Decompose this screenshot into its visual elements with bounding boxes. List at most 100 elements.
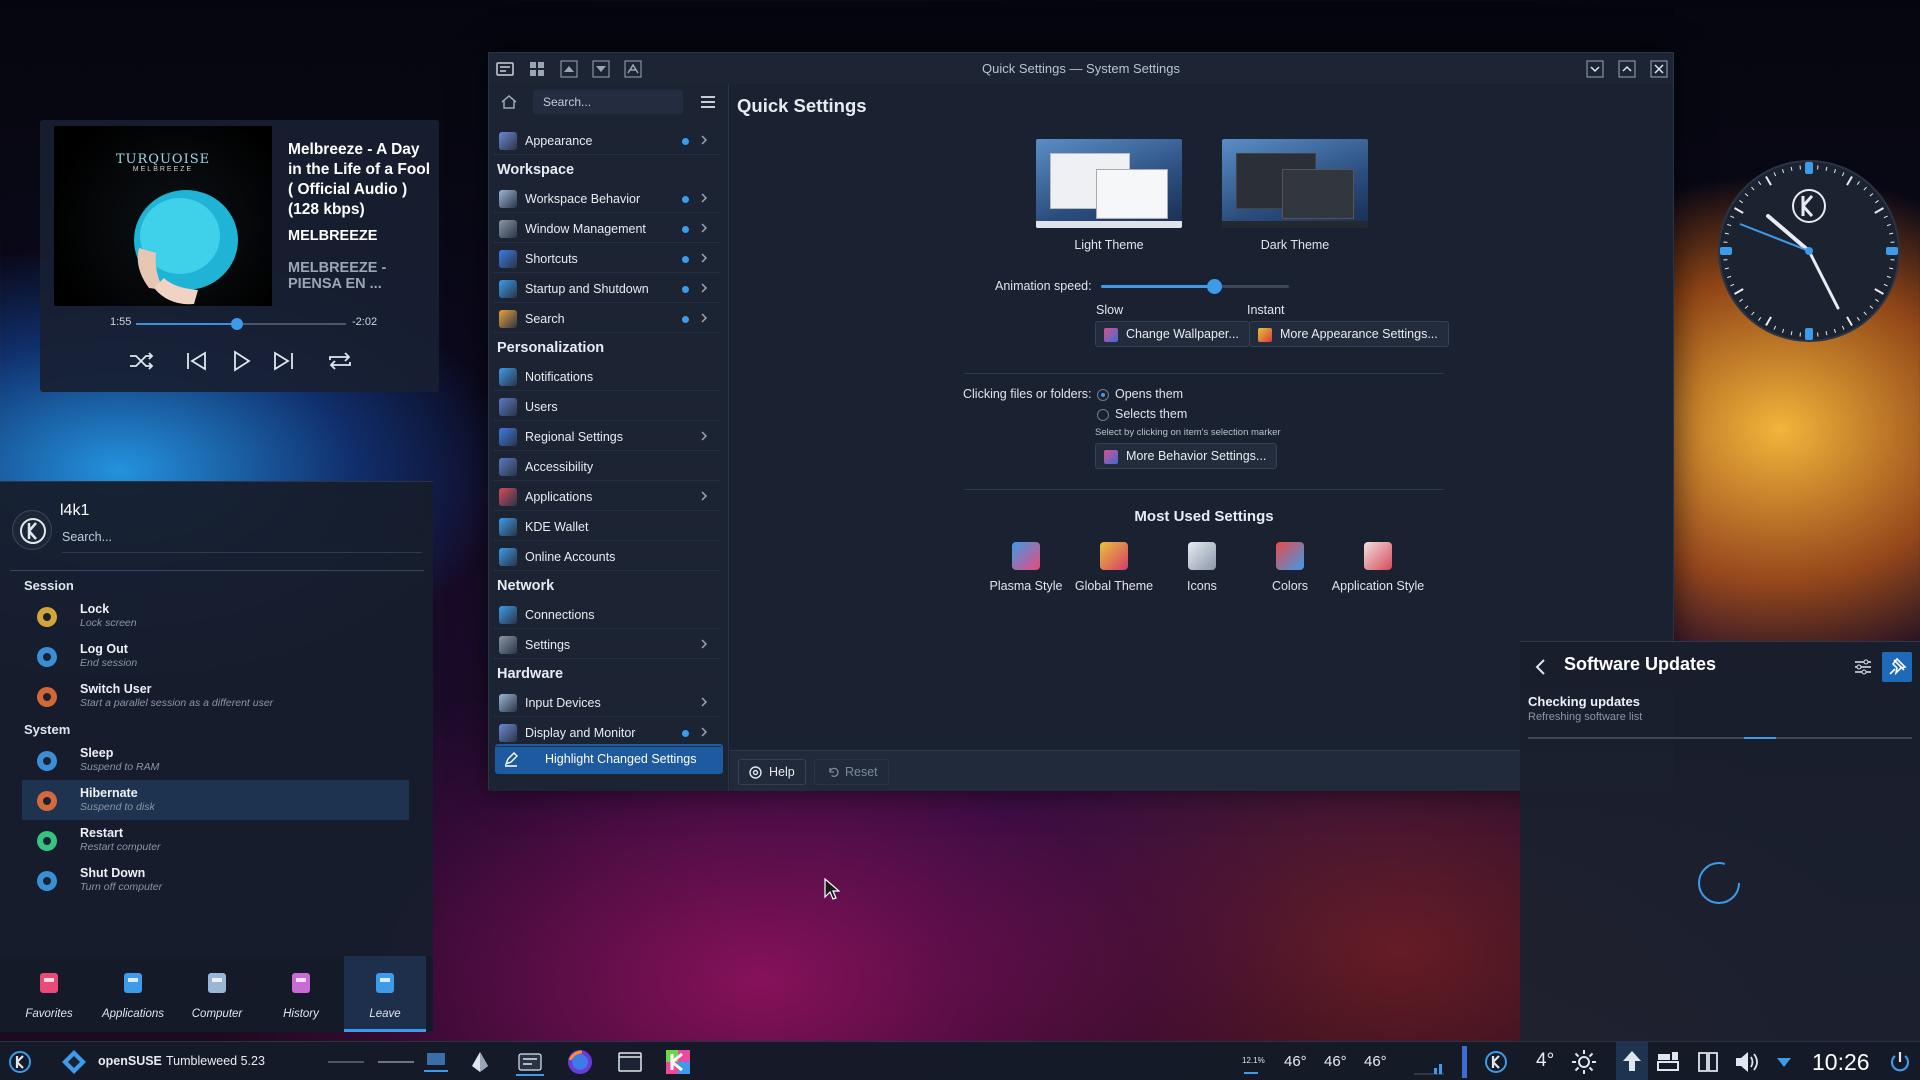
weather-button[interactable] (1570, 1048, 1598, 1076)
animation-speed-handle[interactable] (1206, 279, 1222, 294)
launcher-log-out-item[interactable]: Log Out End session (22, 636, 409, 676)
sidebar-item-workspace-behavior[interactable]: Workspace Behavior (493, 184, 721, 213)
clipboard-button[interactable] (1654, 1048, 1682, 1076)
chevron-right-icon (697, 429, 711, 443)
launcher-button[interactable] (6, 1048, 34, 1076)
sidebar-item-regional-settings[interactable]: Regional Settings (493, 422, 721, 451)
sidebar-item-display-and-monitor[interactable]: Display and Monitor (493, 718, 721, 747)
power-icon (1890, 1052, 1910, 1072)
launcher-item-title: Log Out (80, 642, 128, 656)
sidebar-item-applications[interactable]: Applications (493, 482, 721, 511)
sidebar-item-kde-wallet[interactable]: KDE Wallet (493, 512, 721, 541)
taskbar-app-firefox[interactable] (566, 1048, 594, 1076)
most-used-label: Icons (1187, 579, 1217, 593)
dark-theme-preview (1222, 139, 1368, 228)
play-button[interactable] (226, 346, 256, 376)
sidebar-item-connections[interactable]: Connections (493, 600, 721, 629)
repeat-button[interactable] (325, 346, 355, 376)
opens-them-label[interactable]: Opens them (1115, 387, 1183, 401)
kde-logo-icon (1485, 1051, 1507, 1073)
show-desktop-button[interactable] (424, 1050, 448, 1072)
more-behavior-settings-button[interactable]: More Behavior Settings... (1095, 443, 1278, 469)
launcher-lock-item[interactable]: Lock Lock screen (22, 596, 409, 636)
taskbar-app-krita[interactable] (664, 1048, 692, 1076)
tab-applications[interactable]: Applications (92, 956, 174, 1032)
minimize-button[interactable] (1585, 59, 1605, 79)
tab-favorites[interactable]: Favorites (8, 956, 90, 1032)
launcher-restart-item[interactable]: Restart Restart computer (22, 820, 409, 860)
taskbar-app-inkscape[interactable] (466, 1048, 494, 1076)
sidebar-item-label: Search (525, 312, 565, 326)
cpu-usage-bar (1244, 1072, 1258, 1074)
launcher-shut-down-item[interactable]: Shut Down Turn off computer (22, 860, 409, 900)
avatar[interactable] (12, 510, 52, 550)
clock-time[interactable]: 10:26 (1812, 1049, 1870, 1076)
system-tray-expander[interactable] (1770, 1048, 1798, 1076)
close-button[interactable] (1649, 59, 1669, 79)
sidebar-item-input-devices[interactable]: Input Devices (493, 688, 721, 717)
taskbar-app-terminal[interactable] (616, 1048, 644, 1076)
highlight-changed-settings-button[interactable]: Highlight Changed Settings (495, 744, 723, 774)
taskbar-app-system-settings[interactable] (516, 1048, 544, 1076)
sidebar-item-users[interactable]: Users (493, 392, 721, 421)
sidebar-item-search[interactable]: Search (493, 304, 721, 333)
seek-bar[interactable] (136, 318, 346, 330)
seek-bar-handle[interactable] (230, 318, 243, 330)
change-wallpaper-label: Change Wallpaper... (1126, 327, 1239, 341)
launcher-search-input[interactable]: Search... (62, 530, 422, 553)
sidebar-item-notifications[interactable]: Notifications (493, 362, 721, 391)
sidebar-search-input[interactable]: Search... (533, 90, 683, 114)
configure-button[interactable] (1850, 654, 1876, 680)
sidebar-item-window-management[interactable]: Window Management (493, 214, 721, 243)
launcher-item-subtitle: Lock screen (80, 617, 137, 629)
hamburger-menu-button[interactable] (699, 93, 717, 111)
weather-temperature[interactable]: 4° (1536, 1050, 1554, 1072)
more-appearance-settings-button[interactable]: More Appearance Settings... (1249, 321, 1449, 347)
selects-them-label[interactable]: Selects them (1115, 407, 1187, 421)
power-button[interactable] (1886, 1048, 1914, 1076)
settings-icon (499, 636, 517, 654)
launcher-sleep-item[interactable]: Sleep Suspend to RAM (22, 740, 409, 780)
sidebar-category-workspace: Workspace (497, 162, 575, 178)
desktop-pager-1[interactable] (328, 1061, 364, 1063)
help-button[interactable]: Help (738, 759, 806, 785)
maximize-icon (1618, 60, 1636, 78)
chevron-right-icon (697, 191, 711, 205)
change-wallpaper-button[interactable]: Change Wallpaper... (1095, 321, 1250, 347)
opens-them-radio[interactable] (1097, 389, 1109, 401)
reset-button[interactable]: Reset (814, 759, 889, 785)
colors-icon (1276, 542, 1304, 570)
volume-button[interactable] (1732, 1048, 1760, 1076)
launcher-item-subtitle: Restart computer (80, 841, 161, 853)
display-and-monitor-icon (499, 724, 517, 742)
tab-history[interactable]: History (260, 956, 342, 1032)
launcher-hibernate-item[interactable]: Hibernate Suspend to disk (22, 780, 409, 820)
global-theme-icon (1100, 542, 1128, 570)
display-config-button[interactable] (1694, 1048, 1722, 1076)
sidebar-item-online-accounts[interactable]: Online Accounts (493, 542, 721, 571)
desktop-pager-2[interactable] (378, 1061, 414, 1063)
sidebar-item-accessibility[interactable]: Accessibility (493, 452, 721, 481)
selects-them-radio[interactable] (1097, 409, 1109, 421)
highlight-icon (504, 752, 518, 767)
back-button[interactable] (1530, 656, 1552, 678)
next-button[interactable] (269, 346, 299, 376)
previous-button[interactable] (181, 346, 211, 376)
pin-button[interactable] (1882, 652, 1912, 682)
opensuse-menu-button[interactable] (60, 1048, 88, 1076)
titlebar[interactable]: Quick Settings — System Settings (489, 53, 1673, 84)
animation-speed-slider[interactable] (1101, 279, 1289, 294)
kde-connect-button[interactable] (1482, 1048, 1510, 1076)
sidebar-item-startup-and-shutdown[interactable]: Startup and Shutdown (493, 274, 721, 303)
sidebar-item-settings[interactable]: Settings (493, 630, 721, 659)
system-settings-window: Quick Settings — System Settings Search.… (488, 52, 1674, 791)
sidebar-item-shortcuts[interactable]: Shortcuts (493, 244, 721, 273)
software-updates-tray-button[interactable] (1616, 1042, 1648, 1080)
launcher-switch-user-item[interactable]: Switch User Start a parallel session as a… (22, 676, 409, 716)
tab-leave[interactable]: Leave (344, 956, 426, 1032)
sidebar-item-appearance[interactable]: Appearance (493, 126, 721, 155)
shuffle-button[interactable] (126, 346, 156, 376)
home-button[interactable] (499, 92, 519, 112)
tab-computer[interactable]: Computer (176, 956, 258, 1032)
maximize-button[interactable] (1617, 59, 1637, 79)
